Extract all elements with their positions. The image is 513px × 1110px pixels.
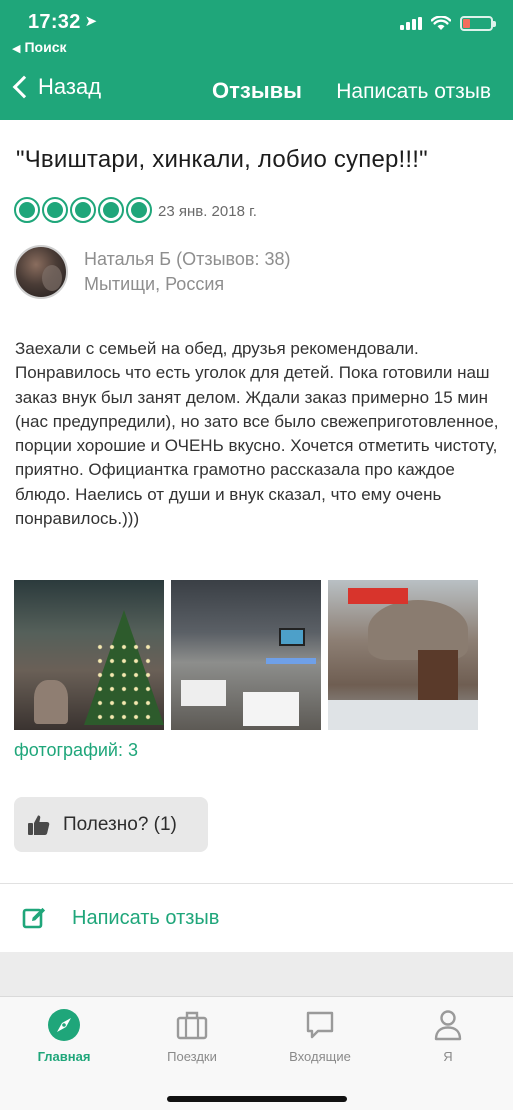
status-icons <box>400 16 496 31</box>
write-review-nav-button[interactable]: Написать отзыв <box>336 80 491 104</box>
rating-bubble-icon <box>70 197 96 223</box>
page-title: Отзывы <box>212 78 302 103</box>
rating-bubble-icon <box>42 197 68 223</box>
nav-back-button[interactable]: Назад <box>10 74 101 100</box>
author-location: Мытищи, Россия <box>84 274 225 294</box>
author-avatar[interactable] <box>14 245 68 299</box>
chevron-left-icon <box>12 75 36 99</box>
review-body: Заехали с семьей на обед, друзья рекомен… <box>15 339 499 529</box>
home-indicator[interactable] <box>167 1096 347 1102</box>
tab-trips[interactable]: Поездки <box>137 1007 247 1064</box>
status-bar-time: 17:32 ➤ <box>28 11 98 33</box>
rating-bubble-icon <box>14 197 40 223</box>
location-arrow-icon: ➤ <box>84 13 98 30</box>
review-photo-dining-hall[interactable] <box>171 580 321 730</box>
tab-inbox[interactable]: Входящие <box>265 1007 375 1064</box>
tab-profile[interactable]: Я <box>393 1007 503 1064</box>
review-photo-christmas-tree[interactable] <box>14 580 164 730</box>
section-separator <box>0 952 513 996</box>
chat-icon <box>302 1007 338 1043</box>
compass-icon <box>46 1007 82 1043</box>
cellular-signal-icon <box>400 17 422 30</box>
suitcase-icon <box>174 1007 210 1043</box>
edit-icon <box>22 907 46 929</box>
rating-bubbles <box>14 197 152 223</box>
review-photo-entrance[interactable] <box>328 580 478 730</box>
photos-count-link[interactable]: фотографий: 3 <box>14 740 138 761</box>
helpful-button[interactable]: Полезно? (1) <box>14 797 208 852</box>
thumbs-up-icon <box>26 812 52 838</box>
back-triangle-icon: ◀ <box>12 43 21 55</box>
author-name[interactable]: Наталья Б (Отзывов: 38) <box>84 249 291 270</box>
review-date: 23 янв. 2018 г. <box>158 203 257 220</box>
review-title: "Чвиштари, хинкали, лобио супер!!!" <box>16 146 428 173</box>
rating-bubble-icon <box>98 197 124 223</box>
rating-bubble-icon <box>126 197 152 223</box>
bottom-tab-bar: Главная Поездки Входящие Я <box>0 996 513 1110</box>
wifi-icon <box>431 16 451 30</box>
person-icon <box>430 1007 466 1043</box>
battery-icon <box>460 16 496 31</box>
tab-home[interactable]: Главная <box>9 1007 119 1064</box>
write-review-button[interactable]: Написать отзыв <box>0 884 513 952</box>
top-header: 17:32 ➤ ◀ Поиск Назад Отзывы Написать отзы… <box>0 0 513 120</box>
review-photos <box>14 580 478 730</box>
back-to-app-link[interactable]: ◀ Поиск <box>12 39 66 55</box>
